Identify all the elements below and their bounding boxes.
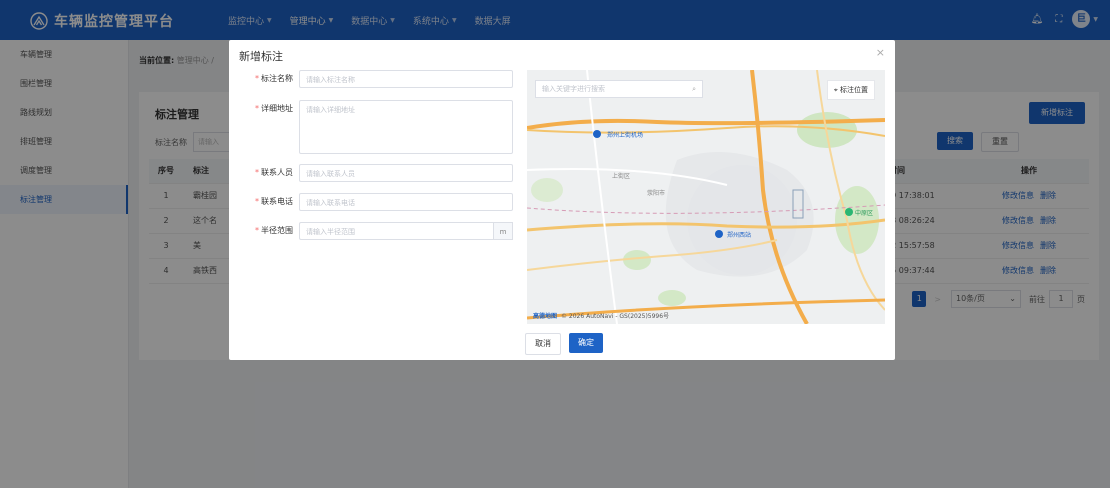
map-search-input[interactable]: 输入关键字进行搜索 ⌕ <box>535 80 703 98</box>
field-label: * 联系人员 <box>229 164 293 182</box>
add-marker-dialog: 新增标注 × * 标注名称 请输入标注名称 * 详细地址 请输入详细地址 * 联系人员… <box>229 40 895 360</box>
map-canvas: 郑州上街机场 上街区 荥阳市 郑州西站 中原区 <box>527 70 885 324</box>
map-place-label: 荥阳市 <box>647 189 665 197</box>
phone-input[interactable]: 请输入联系电话 <box>299 193 513 211</box>
map-place-label: 上街区 <box>612 172 630 180</box>
field-label: * 联系电话 <box>229 193 293 211</box>
map-logo: 高德地图 <box>533 313 558 320</box>
field-row-radius: * 半径范围 请输入半径范围 m <box>229 222 513 240</box>
dialog-buttons: 取消 确定 <box>525 333 611 355</box>
field-row-contact: * 联系人员 请输入联系人员 <box>229 164 513 182</box>
map-place-label: 郑州西站 <box>727 231 751 239</box>
field-label: * 详细地址 <box>229 100 293 118</box>
field-row-name: * 标注名称 请输入标注名称 <box>229 70 513 88</box>
confirm-button[interactable]: 确定 <box>569 333 603 353</box>
field-label: * 标注名称 <box>229 70 293 88</box>
radius-unit: m <box>493 222 513 240</box>
dialog-title: 新增标注 <box>239 50 283 63</box>
search-icon[interactable]: ⌕ <box>692 81 696 97</box>
map-attribution: 高德地图 © 2026 AutoNavi - GS(2025)5996号 <box>533 311 669 320</box>
map-view[interactable]: 郑州上街机场 上街区 荥阳市 郑州西站 中原区 输入关键字进行搜索 ⌕ ⌖ 标注… <box>527 70 885 324</box>
label-text: 详细地址 <box>261 104 293 113</box>
required-mark: * <box>255 226 259 235</box>
mark-location-button[interactable]: ⌖ 标注位置 <box>826 80 875 100</box>
mark-location-label: 标注位置 <box>840 86 868 94</box>
label-text: 标注名称 <box>261 74 293 83</box>
map-copyright: © 2026 AutoNavi - GS(2025)5996号 <box>561 313 670 320</box>
address-textarea[interactable]: 请输入详细地址 <box>299 100 513 154</box>
radius-input[interactable]: 请输入半径范围 <box>299 222 493 240</box>
cancel-button[interactable]: 取消 <box>525 333 561 355</box>
label-text: 联系人员 <box>261 168 293 177</box>
contact-input[interactable]: 请输入联系人员 <box>299 164 513 182</box>
map-search-placeholder: 输入关键字进行搜索 <box>542 85 605 93</box>
field-row-phone: * 联系电话 请输入联系电话 <box>229 193 513 211</box>
required-mark: * <box>255 74 259 83</box>
map-place-label: 郑州上街机场 <box>607 131 643 139</box>
map-place-label: 中原区 <box>855 209 873 217</box>
radius-input-group: 请输入半径范围 m <box>299 222 513 240</box>
field-row-address: * 详细地址 请输入详细地址 <box>229 100 513 154</box>
required-mark: * <box>255 168 259 177</box>
required-mark: * <box>255 197 259 206</box>
map-pin-icon: ⌖ <box>833 86 838 94</box>
label-text: 联系电话 <box>261 197 293 206</box>
marker-name-input[interactable]: 请输入标注名称 <box>299 70 513 88</box>
required-mark: * <box>255 104 259 113</box>
field-label: * 半径范围 <box>229 222 293 240</box>
label-text: 半径范围 <box>261 226 293 235</box>
close-icon[interactable]: × <box>876 46 885 59</box>
